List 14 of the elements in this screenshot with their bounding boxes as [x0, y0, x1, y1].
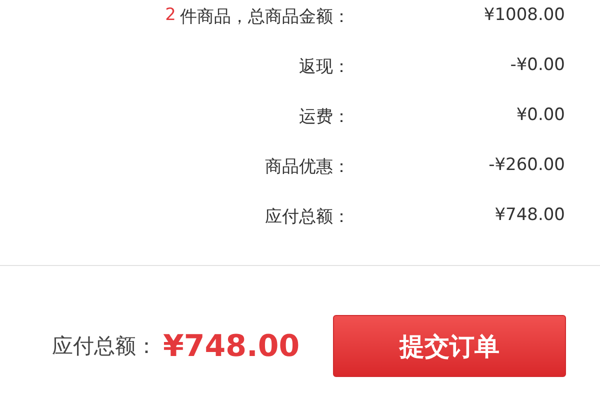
summary-value: ¥1008.00	[484, 4, 565, 25]
summary-value: -¥0.00	[510, 54, 565, 75]
summary-value: ¥0.00	[516, 104, 565, 125]
summary-label: 返现：	[299, 56, 350, 78]
item-count: 2	[165, 5, 176, 27]
submit-order-button[interactable]: 提交订单	[333, 315, 566, 377]
summary-value: ¥748.00	[494, 204, 565, 225]
summary-label: 件商品，总商品金额：	[180, 6, 350, 28]
summary-label: 商品优惠：	[265, 156, 350, 178]
summary-label: 运费：	[299, 106, 350, 128]
summary-value: -¥260.00	[488, 154, 565, 175]
total-amount: ¥748.00	[163, 328, 300, 364]
summary-label: 应付总额：	[265, 206, 350, 228]
total-label: 应付总额：	[52, 333, 157, 360]
